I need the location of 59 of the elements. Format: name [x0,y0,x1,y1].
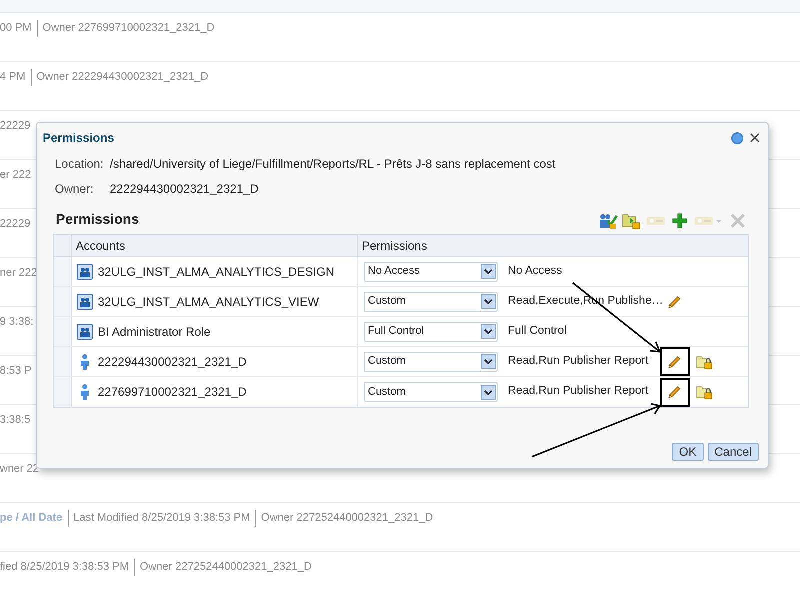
pencil-icon[interactable] [667,294,683,310]
add-icon[interactable] [670,212,690,230]
metadata-text: Owner 222294430002321_2321_D [30,69,209,86]
account-name: 32ULG_INST_ALMA_ANALYTICS_DESIGN [98,264,335,280]
metadata-text: Owner 227252440002321_2321_D [255,510,434,526]
account-name: BI Administrator Role [98,324,211,340]
metadata-text: 9 3:38: [0,315,34,330]
column-header: Accounts [72,235,358,256]
user-group-icon [77,324,93,340]
user-group-icon [77,294,93,310]
metadata-text: ner 222 [0,266,38,281]
permission-select[interactable]: Custom [364,352,498,372]
folder-lock-icon[interactable] [696,354,714,370]
chevron-down-icon [481,384,496,400]
field-value: /shared/University of Liege/Fulfillment/Reports/RL - Prêts J-8 sans replacement cost [110,156,556,173]
permission-select[interactable]: Full Control [364,322,498,342]
user-group-icon [77,264,93,280]
account-name: 227699710002321_2321_D [98,384,247,401]
metadata-text: 4 PM [0,70,26,85]
permission-detail: No Access [508,264,564,279]
field-value: 222294430002321_2321_D [110,181,259,198]
column-header: Permissions [361,238,428,255]
section-title: Permissions [56,210,140,229]
metadata-text: 22229 [0,217,31,232]
permission-detail: Full Control [508,324,568,339]
metadata-text: Last Modified 8/25/2019 3:38:53 PM [68,510,250,526]
permission-select[interactable]: No Access [364,262,498,282]
dialog-button[interactable]: OK [672,443,704,461]
close-icon[interactable] [750,133,760,143]
chevron-down-icon [481,264,496,279]
field-label: Owner: [55,181,95,198]
metadata-text: 00 PM [0,21,32,36]
folder-lock-icon[interactable] [622,212,642,230]
metadata-text: Owner 227252440002321_2321_D [134,559,312,576]
users-check-icon[interactable] [598,212,618,230]
account-name: 32ULG_INST_ALMA_ANALYTICS_VIEW [98,294,320,310]
chevron-down-icon [481,324,496,339]
permission-select[interactable]: Custom [364,382,498,402]
metadata-text: 3:38:5 [0,413,31,428]
metadata-text: 22229 [0,119,31,134]
folder-lock-icon[interactable] [696,384,714,400]
chevron-down-icon [481,354,496,369]
account-name: 222294430002321_2321_D [98,354,247,370]
pencil-icon[interactable] [667,354,683,370]
field-label: Location: [55,156,105,173]
metadata-text: fied 8/25/2019 3:38:53 PM [0,560,130,575]
pencil-icon[interactable] [667,384,683,400]
permission-detail: Read,Run Publisher Report [508,354,650,369]
chevron-down-icon [481,294,496,309]
metadata-text: 8:53 P [0,364,32,379]
user-icon [80,354,90,370]
user-icon [80,384,90,400]
permission-select[interactable]: Custom [364,292,498,312]
metadata-text: Owner 227699710002321_2321_D [36,20,215,36]
help-icon[interactable] [731,132,744,144]
dialog-button[interactable]: Cancel [708,443,759,461]
dialog-title: Permissions [43,130,114,147]
metadata-text: er 222 [0,168,32,183]
permission-detail: Read,Run Publisher Report [508,384,650,400]
